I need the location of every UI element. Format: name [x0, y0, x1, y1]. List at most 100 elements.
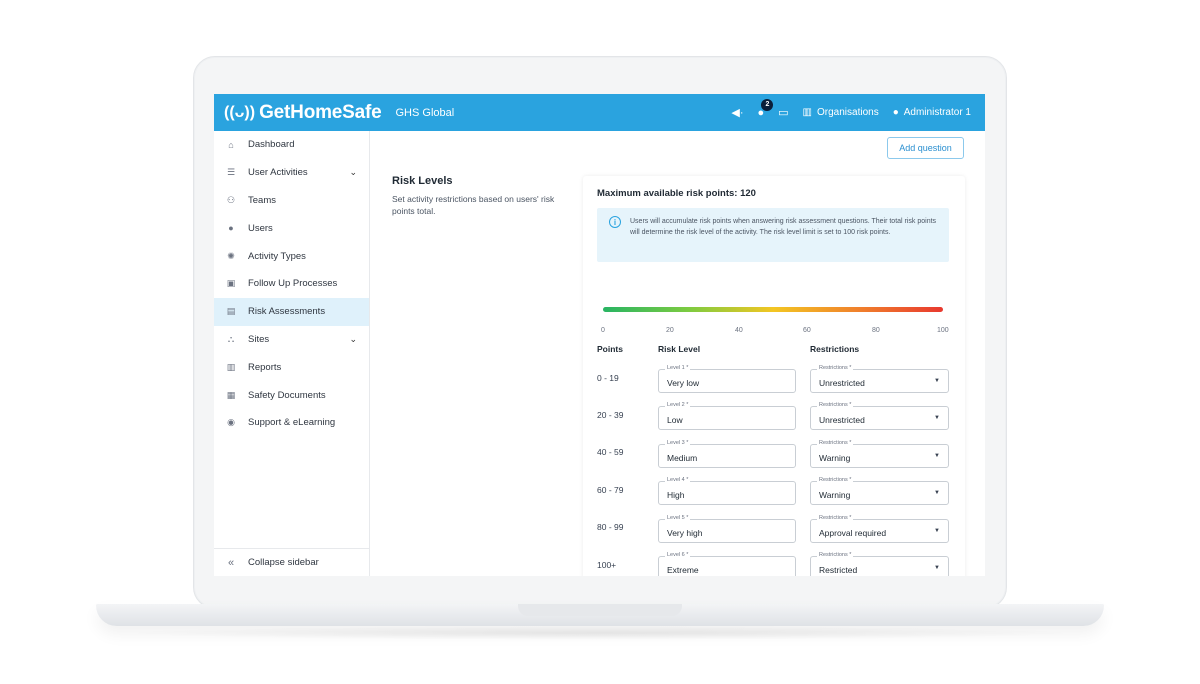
app-logo[interactable]: ((ᴗ)) GetHomeSafe: [224, 102, 382, 124]
field-value: Warning: [819, 453, 851, 463]
chevron-down-icon[interactable]: ⌄: [349, 334, 357, 345]
notification-badge: 2: [761, 98, 774, 111]
field-value: Warning: [819, 490, 851, 500]
sidebar-item-label: Safety Documents: [248, 389, 326, 401]
laptop-notch: [518, 604, 682, 616]
sidebar-item-support[interactable]: ◉ Support & eLearning: [214, 409, 369, 437]
info-icon: i: [609, 216, 621, 228]
risk-level-field[interactable]: Level 3 * Medium: [658, 440, 796, 468]
risk-levels-card: Maximum available risk points: 120 i Use…: [583, 176, 965, 576]
caret-down-icon: ▼: [934, 378, 940, 384]
points-range: 60 - 79: [597, 485, 624, 495]
chevron-down-icon[interactable]: ⌄: [349, 167, 357, 178]
field-value: Restricted: [819, 565, 858, 575]
sidebar-item-activity-types[interactable]: ✺ Activity Types: [214, 242, 369, 270]
collapse-sidebar-button[interactable]: « Collapse sidebar: [214, 548, 369, 576]
sidebar-item-follow-up-processes[interactable]: ▣ Follow Up Processes: [214, 270, 369, 298]
sidebar-item-label: Risk Assessments: [248, 306, 326, 318]
caret-down-icon: ▼: [934, 528, 940, 534]
organisations-link[interactable]: ▥ Organisations: [803, 107, 879, 118]
sidebar-item-label: Follow Up Processes: [248, 278, 338, 290]
document-icon: ▤: [226, 306, 236, 317]
section-title: Risk Levels: [392, 175, 453, 187]
field-value: Very low: [667, 378, 700, 388]
scale-label: 60: [803, 327, 811, 334]
restrictions-select[interactable]: Restrictions * Restricted ▼: [810, 552, 949, 576]
points-column-header: Points: [597, 344, 623, 354]
sidebar-item-users[interactable]: ● Users: [214, 214, 369, 242]
risk-level-field[interactable]: Level 2 * Low: [658, 402, 796, 430]
sidebar: ⌂ Dashboard ☰ User Activities ⌄ ⚇ Teams …: [214, 131, 370, 576]
sidebar-item-label: User Activities: [248, 167, 308, 179]
user-icon: ●: [228, 223, 234, 234]
restrictions-select[interactable]: Restrictions * Approval required ▼: [810, 515, 949, 543]
user-menu[interactable]: ● Administrator 1: [893, 107, 971, 118]
field-label: Level 6 *: [665, 552, 691, 558]
reports-icon: ▥: [226, 361, 236, 372]
app-screen: ((ᴗ)) GetHomeSafe GHS Global ◀· ● 2 ▭ ▥ …: [214, 94, 985, 576]
notification-bell-icon[interactable]: ● 2: [757, 98, 774, 119]
file-icon: ▦: [226, 389, 236, 400]
risk-level-field[interactable]: Level 5 * Very high: [658, 515, 796, 543]
add-question-button[interactable]: Add question: [887, 137, 964, 159]
sidebar-item-dashboard[interactable]: ⌂ Dashboard: [214, 131, 369, 159]
field-label: Restrictions *: [817, 515, 854, 521]
user-name: Administrator 1: [903, 107, 971, 118]
risk-level-field[interactable]: Level 6 * Extreme: [658, 552, 796, 576]
risk-gradient-bar: [603, 307, 943, 312]
caret-down-icon: ▼: [934, 415, 940, 421]
risk-level-column-header: Risk Level: [658, 344, 701, 354]
announcement-icon[interactable]: ◀·: [731, 106, 743, 119]
sidebar-item-reports[interactable]: ▥ Reports: [214, 353, 369, 381]
risk-level-field[interactable]: Level 4 * High: [658, 477, 796, 505]
field-label: Level 2 *: [665, 402, 691, 408]
field-label: Restrictions *: [817, 365, 854, 371]
restrictions-select[interactable]: Restrictions * Warning ▼: [810, 440, 949, 468]
sidebar-item-label: Dashboard: [248, 139, 295, 151]
field-value: Low: [667, 415, 683, 425]
sidebar-item-label: Sites: [248, 333, 270, 345]
sidebar-item-sites[interactable]: ⛬ Sites ⌄: [214, 326, 369, 354]
field-label: Level 1 *: [665, 365, 691, 371]
caret-down-icon: ▼: [934, 565, 940, 571]
scale-label: 40: [735, 327, 743, 334]
sidebar-item-label: Reports: [248, 361, 282, 373]
sidebar-item-teams[interactable]: ⚇ Teams: [214, 187, 369, 215]
support-icon: ◉: [227, 417, 235, 428]
organisations-label: Organisations: [817, 107, 879, 118]
logo-text: GetHomeSafe: [259, 101, 382, 123]
info-box: i Users will accumulate risk points when…: [597, 208, 949, 262]
points-range: 0 - 19: [597, 373, 619, 383]
restrictions-column-header: Restrictions: [810, 344, 860, 354]
sites-icon: ⛬: [227, 333, 235, 344]
double-chevron-left-icon: «: [227, 556, 235, 569]
topbar-actions: ◀· ● 2 ▭ ▥ Organisations ● Administrator…: [731, 94, 971, 131]
caret-down-icon: ▼: [934, 453, 940, 459]
home-icon: ⌂: [228, 139, 234, 150]
collapse-sidebar-label: Collapse sidebar: [248, 557, 319, 568]
restrictions-select[interactable]: Restrictions * Unrestricted ▼: [810, 365, 949, 393]
inbox-icon[interactable]: ▭: [778, 106, 788, 119]
sidebar-item-label: Activity Types: [248, 250, 306, 262]
scale-label: 80: [872, 327, 880, 334]
risk-level-field[interactable]: Level 1 * Very low: [658, 365, 796, 393]
points-range: 20 - 39: [597, 410, 624, 420]
restrictions-select[interactable]: Restrictions * Unrestricted ▼: [810, 402, 949, 430]
scale-label: 20: [666, 327, 674, 334]
field-value: Approval required: [819, 528, 887, 538]
sidebar-item-safety-documents[interactable]: ▦ Safety Documents: [214, 381, 369, 409]
building-icon: ▥: [802, 107, 812, 118]
laptop-shadow: [120, 626, 1080, 640]
field-value: High: [667, 490, 685, 500]
user-icon: ●: [892, 107, 899, 118]
field-label: Level 5 *: [665, 515, 691, 521]
field-value: Very high: [667, 528, 703, 538]
field-label: Restrictions *: [817, 440, 854, 446]
field-label: Level 4 *: [665, 477, 691, 483]
sidebar-item-risk-assessments[interactable]: ▤ Risk Assessments: [214, 297, 369, 326]
teams-icon: ⚇: [226, 194, 236, 205]
field-value: Extreme: [667, 565, 699, 575]
restrictions-select[interactable]: Restrictions * Warning ▼: [810, 477, 949, 505]
top-bar: ((ᴗ)) GetHomeSafe GHS Global ◀· ● 2 ▭ ▥ …: [214, 94, 985, 131]
sidebar-item-user-activities[interactable]: ☰ User Activities ⌄: [214, 159, 369, 187]
